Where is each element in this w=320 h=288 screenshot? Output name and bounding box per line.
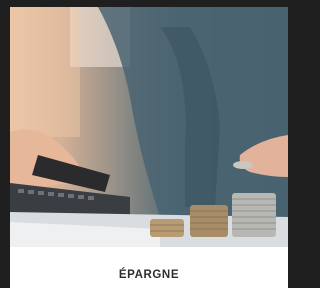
savings-photo	[10, 7, 288, 247]
savings-card[interactable]: ÉPARGNE	[10, 7, 288, 288]
card-title[interactable]: ÉPARGNE	[10, 269, 288, 281]
title-band: ÉPARGNE	[10, 247, 288, 288]
